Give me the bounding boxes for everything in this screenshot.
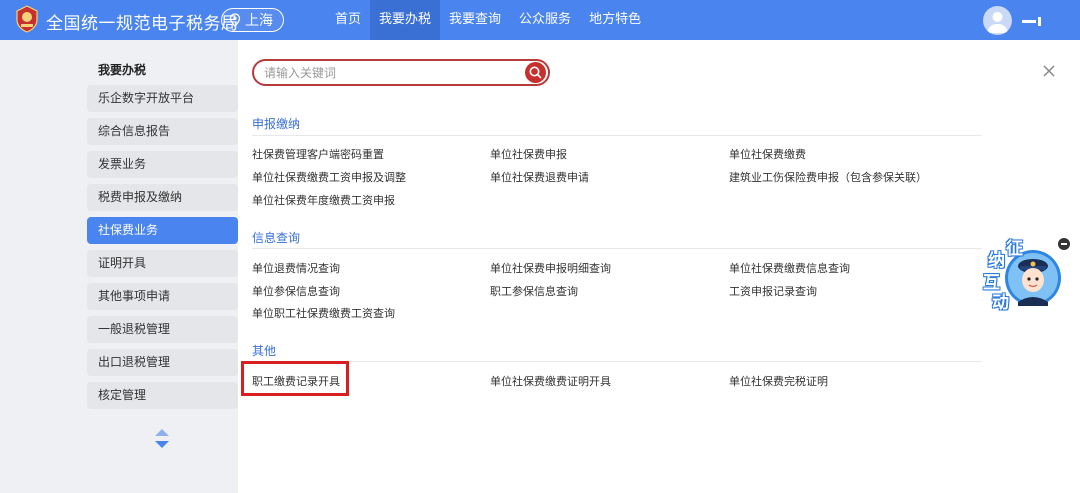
divider bbox=[252, 248, 982, 249]
nav-tax-handling[interactable]: 我要办税 bbox=[370, 0, 441, 40]
sidebar-item-info-report[interactable]: 综合信息报告 bbox=[87, 118, 238, 145]
link-construction-injury-insurance[interactable]: 建筑业工伤保险费申报（包含参保关联） bbox=[729, 169, 927, 185]
link-refund-status-query[interactable]: 单位退费情况查询 bbox=[252, 260, 340, 276]
scroll-arrows-icon[interactable] bbox=[153, 428, 171, 450]
close-icon[interactable] bbox=[1042, 64, 1056, 78]
section-title-other: 其他 bbox=[252, 344, 277, 358]
search-button[interactable] bbox=[525, 62, 546, 83]
sidebar-heading: 我要办税 bbox=[98, 63, 147, 77]
sidebar-item-invoice[interactable]: 发票业务 bbox=[87, 151, 238, 178]
search-icon bbox=[529, 66, 542, 79]
section-title-info-query: 信息查询 bbox=[252, 231, 301, 245]
nav-query[interactable]: 我要查询 bbox=[440, 0, 510, 40]
assistant-char-1: 征 bbox=[1006, 239, 1023, 259]
sidebar-item-general-refund[interactable]: 一般退税管理 bbox=[87, 316, 238, 343]
main-panel: 申报缴纳 社保费管理客户端密码重置 单位社保费申报 单位社保费缴费 单位社保费缴… bbox=[238, 40, 1080, 493]
link-employee-wage-query[interactable]: 单位职工社保费缴费工资查询 bbox=[252, 305, 395, 321]
nav-public-service[interactable]: 公众服务 bbox=[510, 0, 580, 40]
sidebar-item-certificates[interactable]: 证明开具 bbox=[87, 250, 238, 277]
link-client-password-reset[interactable]: 社保费管理客户端密码重置 bbox=[252, 146, 384, 162]
sidebar-item-export-refund[interactable]: 出口退税管理 bbox=[87, 349, 238, 376]
link-annual-wage-declaration[interactable]: 单位社保费年度缴费工资申报 bbox=[252, 192, 395, 208]
link-unit-enrollment-query[interactable]: 单位参保信息查询 bbox=[252, 283, 340, 299]
location-pin-icon bbox=[229, 13, 241, 27]
avatar[interactable] bbox=[983, 6, 1012, 35]
link-unit-si-payment[interactable]: 单位社保费缴费 bbox=[729, 146, 806, 162]
divider bbox=[252, 135, 982, 136]
main-nav: 首页 我要办税 我要查询 公众服务 地方特色 bbox=[326, 0, 650, 40]
assistant-widget[interactable]: 征 纳 互 动 bbox=[980, 236, 1072, 318]
top-bar: 全国统一规范电子税务局 上海 首页 我要办税 我要查询 公众服务 地方特色 bbox=[0, 0, 1080, 40]
tax-emblem-icon[interactable] bbox=[15, 5, 39, 33]
link-payment-certificate[interactable]: 单位社保费缴费证明开具 bbox=[490, 373, 611, 389]
sidebar-item-social-insurance[interactable]: 社保费业务 bbox=[87, 217, 238, 244]
sidebar-item-leqi-platform[interactable]: 乐企数字开放平台 bbox=[87, 85, 238, 112]
search-input[interactable] bbox=[264, 64, 514, 82]
menu-icon[interactable] bbox=[1022, 17, 1044, 27]
divider bbox=[252, 361, 982, 362]
nav-local-features[interactable]: 地方特色 bbox=[580, 0, 650, 40]
assistant-char-4: 动 bbox=[992, 293, 1009, 313]
nav-home[interactable]: 首页 bbox=[326, 0, 370, 40]
sidebar-item-assessment[interactable]: 核定管理 bbox=[87, 382, 238, 409]
highlight-box bbox=[241, 361, 349, 396]
link-refund-application[interactable]: 单位社保费退费申请 bbox=[490, 169, 589, 185]
link-declaration-detail-query[interactable]: 单位社保费申报明细查询 bbox=[490, 260, 611, 276]
sidebar-item-other-requests[interactable]: 其他事项申请 bbox=[87, 283, 238, 310]
sidebar: 我要办税 乐企数字开放平台 综合信息报告 发票业务 税费申报及缴纳 社保费业务 … bbox=[84, 40, 238, 493]
link-unit-si-declaration[interactable]: 单位社保费申报 bbox=[490, 146, 567, 162]
city-name: 上海 bbox=[245, 13, 273, 29]
user-icon bbox=[987, 12, 1008, 33]
link-wage-declaration-adjust[interactable]: 单位社保费缴费工资申报及调整 bbox=[252, 169, 406, 185]
link-wage-record-query[interactable]: 工资申报记录查询 bbox=[729, 283, 817, 299]
search-box bbox=[252, 59, 550, 86]
site-title[interactable]: 全国统一规范电子税务局 bbox=[46, 9, 239, 34]
link-tax-completion-certificate[interactable]: 单位社保费完税证明 bbox=[729, 373, 828, 389]
link-employee-enrollment-query[interactable]: 职工参保信息查询 bbox=[490, 283, 578, 299]
link-payment-info-query[interactable]: 单位社保费缴费信息查询 bbox=[729, 260, 850, 276]
section-title-declaration: 申报缴纳 bbox=[252, 117, 301, 131]
sidebar-item-tax-declaration[interactable]: 税费申报及缴纳 bbox=[87, 184, 238, 211]
city-selector[interactable]: 上海 bbox=[221, 8, 284, 32]
